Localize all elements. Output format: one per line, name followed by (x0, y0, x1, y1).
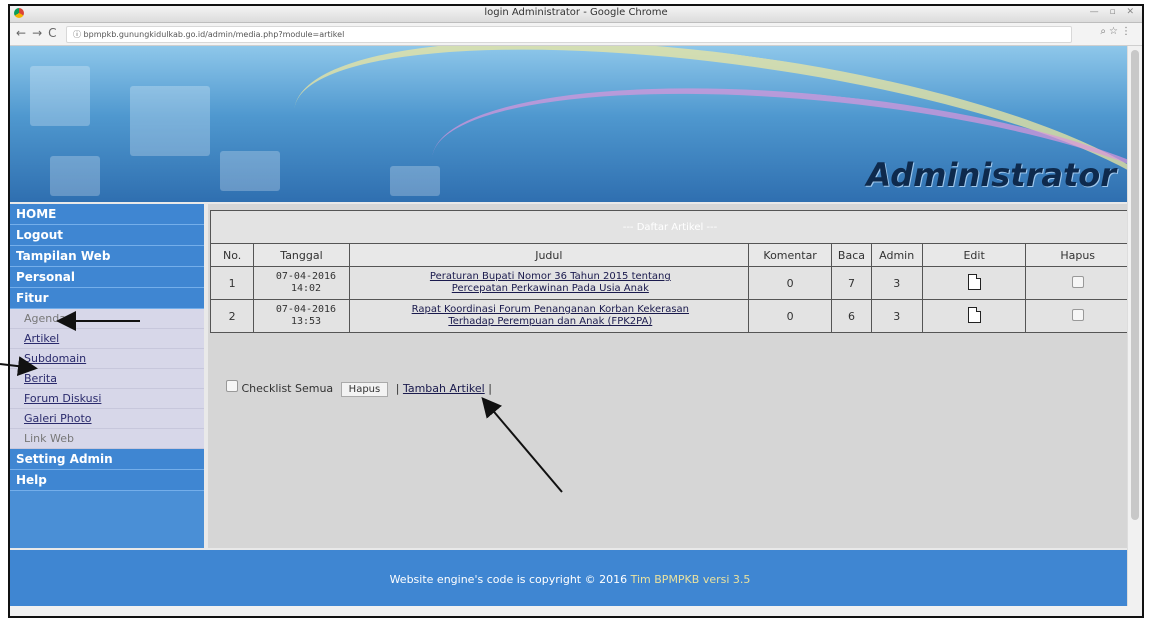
column-header-no: No. (209, 243, 255, 267)
separator: | (395, 382, 400, 395)
url-text: bpmpkb.gunungkidulkab.go.id/admin/media.… (83, 30, 345, 39)
column-header-judul: Judul (348, 243, 749, 267)
star-icon[interactable]: ☆ (1109, 26, 1121, 37)
checklist-all-checkbox[interactable] (226, 380, 238, 392)
checklist-all-label[interactable]: Checklist Semua (242, 382, 334, 395)
banner-decoration (220, 151, 280, 191)
window-title: login Administrator - Google Chrome (484, 7, 668, 18)
forward-icon[interactable]: → (32, 26, 48, 40)
row-tanggal: 07-04-2016 14:02 (253, 266, 350, 300)
table-row: 2 07-04-2016 13:53 Rapat Koordinasi Forum… (209, 299, 1130, 333)
vertical-scrollbar[interactable] (1127, 46, 1142, 616)
row-no: 2 (209, 299, 255, 333)
table-actions: Checklist Semua Hapus | Tambah Artikel | (226, 380, 492, 397)
tambah-artikel-link[interactable]: Tambah Artikel (403, 382, 485, 395)
sidebar-subitem-agenda[interactable]: Agenda (10, 309, 204, 329)
reload-icon[interactable]: C (48, 26, 62, 40)
table-caption: --- Daftar Artikel --- (210, 210, 1130, 244)
banner-decoration (50, 156, 100, 196)
sidebar-subitem-link-web[interactable]: Link Web (10, 429, 204, 449)
row-time: 13:53 (290, 316, 322, 327)
hapus-button[interactable]: Hapus (340, 382, 389, 397)
title-bar: login Administrator - Google Chrome — ▫ … (10, 6, 1142, 23)
row-date: 07-04-2016 (275, 304, 337, 315)
footer-team: Tim BPMPKB (630, 573, 700, 586)
banner-title: Administrator (866, 156, 1116, 194)
sidebar-subitem-artikel[interactable]: Artikel (10, 329, 204, 349)
browser-extension-icons[interactable]: ⌕☆⋮ (1100, 26, 1134, 37)
row-time: 14:02 (290, 283, 322, 294)
row-baca: 6 (831, 299, 872, 333)
edit-document-icon[interactable] (967, 273, 981, 290)
sidebar-subitem-galeri-photo[interactable]: Galeri Photo (10, 409, 204, 429)
sidebar-item-home[interactable]: HOME (10, 204, 204, 225)
row-komentar: 0 (747, 299, 833, 333)
column-header-edit: Edit (921, 243, 1027, 267)
nav-buttons[interactable]: ←→C (16, 26, 63, 40)
back-icon[interactable]: ← (16, 26, 32, 40)
row-date: 07-04-2016 (275, 271, 337, 282)
row-komentar: 0 (747, 266, 833, 300)
article-title-line2[interactable]: Terhadap Perempuan dan Anak (FPK2PA) (448, 316, 652, 327)
zoom-icon[interactable]: ⌕ (1100, 26, 1109, 37)
row-admin: 3 (870, 299, 923, 333)
row-admin: 3 (870, 266, 923, 300)
banner-decoration (30, 66, 90, 126)
article-title-line1[interactable]: Peraturan Bupati Nomor 36 Tahun 2015 ten… (430, 271, 671, 282)
sidebar-item-fitur[interactable]: Fitur (10, 288, 204, 309)
column-header-admin: Admin (870, 243, 923, 267)
column-header-hapus: Hapus (1025, 243, 1130, 267)
sidebar-subitem-berita[interactable]: Berita (10, 369, 204, 389)
sidebar-item-setting-admin[interactable]: Setting Admin (10, 449, 204, 470)
delete-checkbox[interactable] (1071, 275, 1084, 288)
sidebar-item-personal[interactable]: Personal (10, 267, 204, 288)
sidebar-item-logout[interactable]: Logout (10, 225, 204, 246)
separator: | (488, 382, 492, 395)
delete-checkbox[interactable] (1071, 308, 1084, 321)
row-no: 1 (209, 266, 255, 300)
banner-decoration (130, 86, 210, 156)
scrollbar-thumb[interactable] (1131, 50, 1139, 520)
menu-icon[interactable]: ⋮ (1121, 26, 1134, 37)
row-hapus[interactable] (1025, 299, 1130, 333)
footer: Website engine's code is copyright © 201… (10, 550, 1130, 610)
column-header-komentar: Komentar (747, 243, 833, 267)
window-controls[interactable]: — ▫ ✕ (1090, 7, 1138, 17)
sidebar-menu: HOME Logout Tampilan Web Personal Fitur … (10, 204, 204, 548)
article-title-line1[interactable]: Rapat Koordinasi Forum Penanganan Korban… (412, 304, 689, 315)
table-row: 1 07-04-2016 14:02 Peraturan Bupati Nomor… (209, 266, 1130, 300)
row-judul[interactable]: Peraturan Bupati Nomor 36 Tahun 2015 ten… (348, 266, 749, 300)
main-content: --- Daftar Artikel --- No. Tanggal Judul… (208, 204, 1130, 548)
sidebar-subitem-subdomain[interactable]: Subdomain (10, 349, 204, 369)
browser-toolbar: ←→C ⓘ bpmpkb.gunungkidulkab.go.id/admin/… (10, 23, 1142, 46)
column-header-baca: Baca (831, 243, 872, 267)
edit-document-icon[interactable] (967, 306, 981, 323)
address-bar[interactable]: ⓘ bpmpkb.gunungkidulkab.go.id/admin/medi… (66, 26, 1072, 43)
footer-version: versi 3.5 (702, 573, 751, 586)
article-title-line2[interactable]: Percepatan Perkawinan Pada Usia Anak (452, 283, 649, 294)
sidebar-item-help[interactable]: Help (10, 470, 204, 491)
browser-window: login Administrator - Google Chrome — ▫ … (8, 4, 1144, 618)
horizontal-scrollbar[interactable] (10, 606, 1130, 616)
row-judul[interactable]: Rapat Koordinasi Forum Penanganan Korban… (348, 299, 749, 333)
row-hapus[interactable] (1025, 266, 1130, 300)
header-banner: Administrator (10, 46, 1130, 202)
sidebar-item-tampilan-web[interactable]: Tampilan Web (10, 246, 204, 267)
articles-table: --- Daftar Artikel --- No. Tanggal Judul… (209, 210, 1130, 333)
row-tanggal: 07-04-2016 13:53 (253, 299, 350, 333)
fitur-submenu: Agenda Artikel Subdomain Berita Forum Di… (10, 309, 204, 449)
row-edit[interactable] (921, 266, 1027, 300)
sidebar-subitem-forum-diskusi[interactable]: Forum Diskusi (10, 389, 204, 409)
row-edit[interactable] (921, 299, 1027, 333)
footer-copyright: Website engine's code is copyright © 201… (389, 573, 628, 586)
column-header-tanggal: Tanggal (253, 243, 350, 267)
row-baca: 7 (831, 266, 872, 300)
